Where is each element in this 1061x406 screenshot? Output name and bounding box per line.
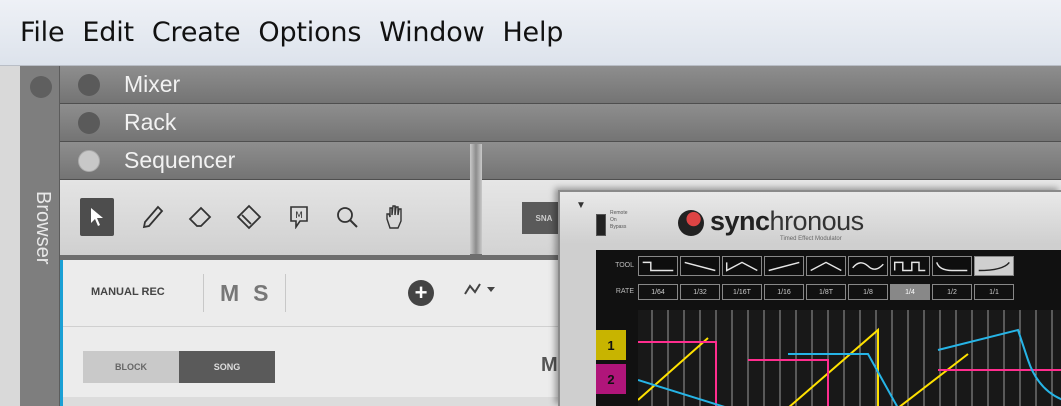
solo-button[interactable]: S — [253, 280, 268, 307]
modulation-grid[interactable] — [637, 310, 1061, 406]
waveform-icon — [768, 261, 800, 272]
rate-option[interactable]: 1/16 — [764, 284, 804, 300]
block-mode-button[interactable]: BLOCK — [83, 351, 179, 383]
waveform-icon — [978, 261, 1010, 272]
rate-option[interactable]: 1/1 — [974, 284, 1014, 300]
tool-row-label: TOOL — [615, 262, 634, 269]
rate-option[interactable]: 1/64 — [638, 284, 678, 300]
magnify-icon[interactable] — [330, 198, 364, 236]
lane-badge-1[interactable]: 1 — [596, 330, 626, 360]
sequencer-toolbar: M — [60, 180, 470, 255]
rate-option[interactable]: 1/16T — [722, 284, 762, 300]
panel-title-sequencer: Sequencer — [124, 147, 236, 173]
automation-dropdown-icon[interactable] — [463, 280, 497, 304]
synchronous-plugin: ▼ Remote On Bypass synchronous Timed Eff… — [558, 190, 1061, 406]
switch-label-bypass: Bypass — [610, 224, 627, 230]
waveform-icon — [684, 261, 716, 272]
reason-window: File Edit Create Options Window Help Bro… — [0, 0, 1061, 406]
plugin-brand: synchronous — [710, 206, 864, 237]
brand-bold: sync — [710, 206, 770, 236]
track-header-panel: MANUAL REC M S + BLOCK SONG M — [60, 260, 560, 406]
brand-rest: hronous — [769, 206, 865, 236]
waveform-icon — [852, 262, 884, 270]
waveform-icon — [936, 262, 968, 272]
add-track-icon[interactable]: + — [408, 280, 434, 306]
waveform-icon — [893, 261, 926, 272]
divider — [63, 326, 560, 327]
menu-help[interactable]: Help — [502, 17, 563, 48]
toolbar-splitter[interactable] — [470, 144, 482, 254]
browser-label: Browser — [32, 191, 54, 265]
waveform-tool-row — [638, 256, 1016, 276]
rate-option[interactable]: 1/32 — [680, 284, 720, 300]
waveform-shape-9[interactable] — [974, 256, 1014, 276]
mute-tool-icon[interactable]: M — [282, 198, 316, 236]
menu-create[interactable]: Create — [152, 17, 241, 48]
plugin-tagline: Timed Effect Modulator — [780, 236, 842, 242]
track-list-top — [63, 397, 560, 406]
mute-button[interactable]: M — [220, 280, 239, 307]
menu-window[interactable]: Window — [379, 17, 484, 48]
rate-option[interactable]: 1/8T — [806, 284, 846, 300]
pencil-icon[interactable] — [136, 198, 170, 236]
panel-title-mixer: Mixer — [124, 71, 181, 97]
waveform-icon — [810, 261, 842, 272]
lane-badge-2[interactable]: 2 — [596, 364, 626, 394]
bypass-switch[interactable] — [596, 214, 606, 236]
waveform-shape-1[interactable] — [638, 256, 678, 276]
browser-tab[interactable]: Browser — [20, 66, 60, 406]
menu-file[interactable]: File — [20, 17, 65, 48]
plugin-display: TOOL RATE 1/64 1/32 1/16T 1/16 1/8T 1/8 1/4 1/2… — [596, 250, 1061, 406]
waveform-shape-7[interactable] — [890, 256, 930, 276]
switch-label-on: On — [610, 217, 617, 223]
select-arrow-icon[interactable] — [80, 198, 114, 236]
synchronous-logo-icon — [678, 210, 704, 236]
menu-bar: File Edit Create Options Window Help — [0, 0, 1061, 66]
switch-label-remote: Remote — [610, 210, 628, 216]
panel-sequencer[interactable]: Sequencer — [60, 142, 1061, 180]
plugin-header: ▼ Remote On Bypass synchronous Timed Eff… — [560, 192, 1061, 244]
mute-solo-group: M S — [203, 274, 286, 312]
sequencer-toggle-icon[interactable] — [78, 149, 100, 172]
fold-arrow-icon[interactable]: ▼ — [576, 200, 586, 211]
rate-row-label: RATE — [615, 288, 634, 295]
hand-icon[interactable] — [378, 198, 412, 236]
panel-rack[interactable]: Rack — [60, 104, 1061, 142]
waveform-shape-3[interactable] — [722, 256, 762, 276]
waveform-icon — [642, 261, 674, 272]
waveform-shape-2[interactable] — [680, 256, 720, 276]
waveform-shape-8[interactable] — [932, 256, 972, 276]
waveform-shape-5[interactable] — [806, 256, 846, 276]
waveform-shape-6[interactable] — [848, 256, 888, 276]
browser-toggle-icon[interactable] — [30, 76, 52, 98]
mixer-toggle-icon[interactable] — [78, 73, 100, 96]
waveform-icon — [725, 261, 758, 272]
switch-labels: Remote On Bypass — [610, 210, 628, 231]
rate-option[interactable]: 1/4 — [890, 284, 930, 300]
eraser-icon[interactable] — [184, 198, 218, 236]
panel-title-rack: Rack — [124, 109, 177, 135]
menu-edit[interactable]: Edit — [82, 17, 134, 48]
razor-icon[interactable] — [232, 198, 266, 236]
rate-option[interactable]: 1/2 — [932, 284, 972, 300]
panel-mixer[interactable]: Mixer — [60, 66, 1061, 104]
menu-options[interactable]: Options — [258, 17, 361, 48]
truncated-label: M — [541, 354, 558, 376]
svg-text:M: M — [295, 211, 303, 221]
song-mode-button[interactable]: SONG — [179, 351, 275, 383]
rate-row: 1/64 1/32 1/16T 1/16 1/8T 1/8 1/4 1/2 1/1 — [638, 284, 1016, 300]
rate-option[interactable]: 1/8 — [848, 284, 888, 300]
waveform-shape-4[interactable] — [764, 256, 804, 276]
manual-rec-button[interactable]: MANUAL REC — [91, 286, 165, 298]
rack-toggle-icon[interactable] — [78, 111, 100, 134]
